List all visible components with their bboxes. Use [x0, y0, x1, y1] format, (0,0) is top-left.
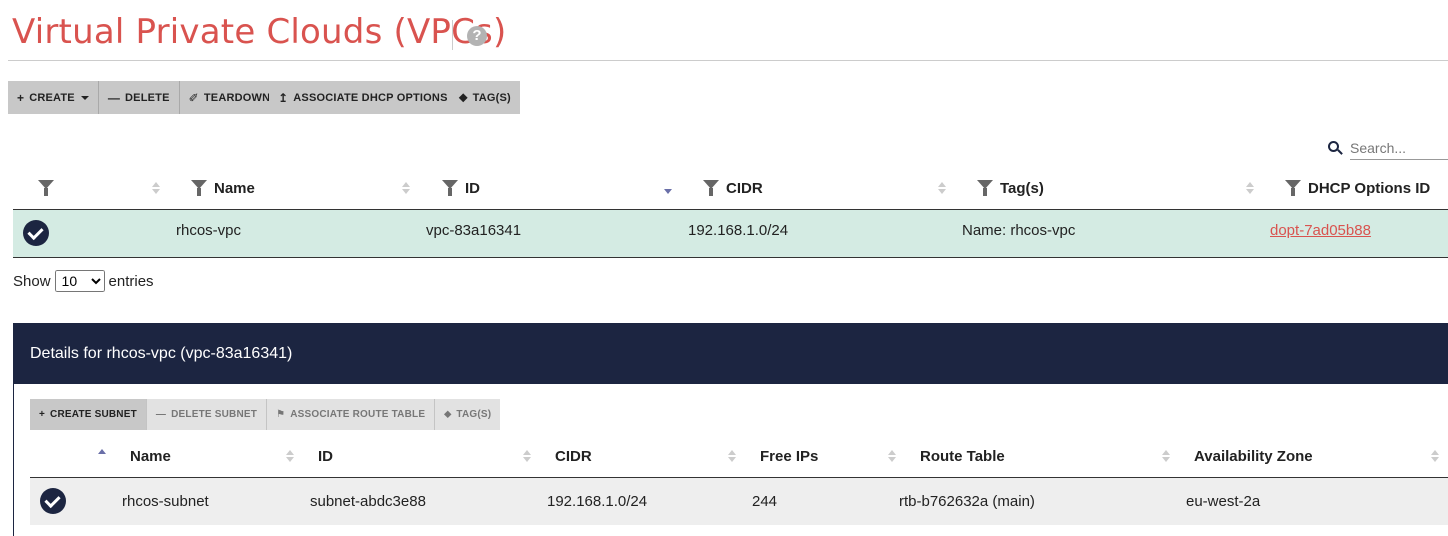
column-label: Tag(s)	[1000, 179, 1044, 197]
column-header-availability-zone[interactable]: Availability Zone	[1194, 437, 1313, 475]
search-box	[1328, 136, 1448, 160]
select-column-header[interactable]	[38, 169, 61, 207]
sort-icon[interactable]	[286, 450, 294, 464]
sort-icon[interactable]	[728, 450, 736, 464]
sort-icon[interactable]	[1162, 450, 1170, 464]
subnet-free-ips: 244	[752, 493, 778, 510]
subnet-route-table: rtb-b762632a (main)	[899, 493, 1035, 510]
vpc-action-toolbar: + CREATE — DELETE ✐ TEARDOWN	[8, 81, 280, 114]
delete-label: DELETE	[125, 91, 170, 104]
subnet-tags-button[interactable]: ⬥ TAG(S)	[435, 399, 501, 430]
associate-route-table-button[interactable]: ⚑ ASSOCIATE ROUTE TABLE	[267, 399, 436, 430]
eraser-icon: ✐	[188, 90, 199, 105]
page-title: Virtual Private Clouds (VPCs)	[12, 12, 507, 52]
tag-icon: ⬥	[459, 90, 468, 104]
tag-icon: ⬥	[444, 409, 452, 420]
tags-button[interactable]: ⬥ TAG(S)	[450, 81, 520, 114]
sort-icon[interactable]	[938, 182, 946, 196]
minus-icon: —	[155, 409, 167, 420]
dhcp-options-link[interactable]: dopt-7ad05b88	[1270, 222, 1371, 239]
column-label: ID	[465, 179, 480, 197]
title-rule	[8, 60, 1448, 61]
create-subnet-button[interactable]: + CREATE SUBNET	[30, 399, 147, 430]
sort-asc-icon[interactable]	[98, 449, 106, 463]
road-icon: ⚑	[276, 409, 286, 420]
delete-button[interactable]: — DELETE	[98, 81, 180, 114]
sort-icon[interactable]	[1431, 450, 1439, 464]
search-icon	[1328, 141, 1343, 155]
delete-subnet-button[interactable]: — DELETE SUBNET	[146, 399, 268, 430]
details-heading: Details for rhcos-vpc (vpc-83a16341)	[14, 323, 1448, 384]
column-header-route-table[interactable]: Route Table	[920, 437, 1005, 475]
sort-icon[interactable]	[152, 182, 160, 196]
column-header-subnet-cidr[interactable]: CIDR	[555, 437, 592, 475]
column-header-cidr[interactable]: CIDR	[703, 169, 763, 207]
filter-icon[interactable]	[38, 180, 54, 196]
plus-icon: +	[39, 409, 46, 420]
entries-label: entries	[108, 272, 154, 290]
tags-label: TAG(S)	[472, 91, 511, 104]
subnet-id: subnet-abdc3e88	[310, 493, 426, 510]
vpc-id: vpc-83a16341	[426, 222, 522, 239]
filter-icon[interactable]	[191, 180, 207, 196]
filter-icon[interactable]	[1285, 180, 1301, 196]
vpc-tags: Name: rhcos-vpc	[962, 222, 1076, 239]
selected-check-icon[interactable]	[40, 488, 66, 514]
table-row[interactable]: rhcos-vpc vpc-83a16341 192.168.1.0/24 Na…	[13, 209, 1448, 258]
sort-icon[interactable]	[523, 450, 531, 464]
filter-icon[interactable]	[442, 180, 458, 196]
help-icon[interactable]: ?	[467, 26, 487, 46]
plus-icon: +	[17, 90, 25, 105]
page-size-control: Show 10 25 50 100 entries	[13, 270, 154, 292]
search-input[interactable]	[1350, 136, 1448, 160]
delete-subnet-label: DELETE SUBNET	[171, 409, 258, 420]
caret-down-icon	[80, 95, 89, 100]
column-header-subnet-name[interactable]: Name	[130, 437, 171, 475]
associate-dhcp-options-button[interactable]: ↥ ASSOCIATE DHCP OPTIONS	[269, 81, 457, 114]
minus-icon: —	[107, 90, 121, 105]
column-header-tags[interactable]: Tag(s)	[977, 169, 1044, 207]
subnet-cidr: 192.168.1.0/24	[547, 493, 648, 510]
column-header-free-ips[interactable]: Free IPs	[760, 437, 818, 475]
filter-icon[interactable]	[977, 180, 993, 196]
column-header-name[interactable]: Name	[191, 169, 255, 207]
sort-icon[interactable]	[402, 182, 410, 196]
column-label: Name	[214, 179, 255, 197]
subnet-name: rhcos-subnet	[122, 493, 209, 510]
page-size-select[interactable]: 10 25 50 100	[54, 270, 105, 292]
table-row[interactable]: rhcos-subnet subnet-abdc3e88 192.168.1.0…	[30, 477, 1448, 525]
details-panel: Details for rhcos-vpc (vpc-83a16341) + C…	[13, 323, 1448, 536]
teardown-button[interactable]: ✐ TEARDOWN	[179, 81, 280, 114]
subnet-tags-label: TAG(S)	[456, 409, 492, 420]
column-header-subnet-id[interactable]: ID	[318, 437, 333, 475]
sort-desc-icon[interactable]	[664, 182, 672, 196]
sort-icon[interactable]	[888, 450, 896, 464]
column-header-dhcp-options-id[interactable]: DHCP Options ID	[1285, 169, 1430, 207]
tags-toolbar: ⬥ TAG(S)	[450, 81, 520, 114]
create-button[interactable]: + CREATE	[8, 81, 99, 114]
vpc-cidr: 192.168.1.0/24	[688, 222, 789, 239]
selected-check-icon[interactable]	[23, 220, 49, 246]
filter-icon[interactable]	[703, 180, 719, 196]
associate-dhcp-label: ASSOCIATE DHCP OPTIONS	[293, 91, 448, 104]
teardown-label: TEARDOWN	[203, 91, 271, 104]
column-header-id[interactable]: ID	[442, 169, 480, 207]
subnet-toolbar: + CREATE SUBNET — DELETE SUBNET ⚑ ASSOCI…	[30, 399, 501, 430]
vpc-name: rhcos-vpc	[176, 222, 242, 239]
associate-route-table-label: ASSOCIATE ROUTE TABLE	[290, 409, 426, 420]
create-subnet-label: CREATE SUBNET	[50, 409, 137, 420]
dhcp-toolbar: ↥ ASSOCIATE DHCP OPTIONS	[269, 81, 457, 114]
create-label: CREATE	[29, 91, 75, 104]
title-divider	[452, 20, 453, 50]
subnet-availability-zone: eu-west-2a	[1186, 493, 1261, 510]
column-label: CIDR	[726, 179, 763, 197]
sort-icon[interactable]	[1246, 182, 1254, 196]
column-label: DHCP Options ID	[1308, 179, 1431, 197]
show-label: Show	[13, 272, 51, 290]
level-up-icon: ↥	[278, 90, 289, 105]
